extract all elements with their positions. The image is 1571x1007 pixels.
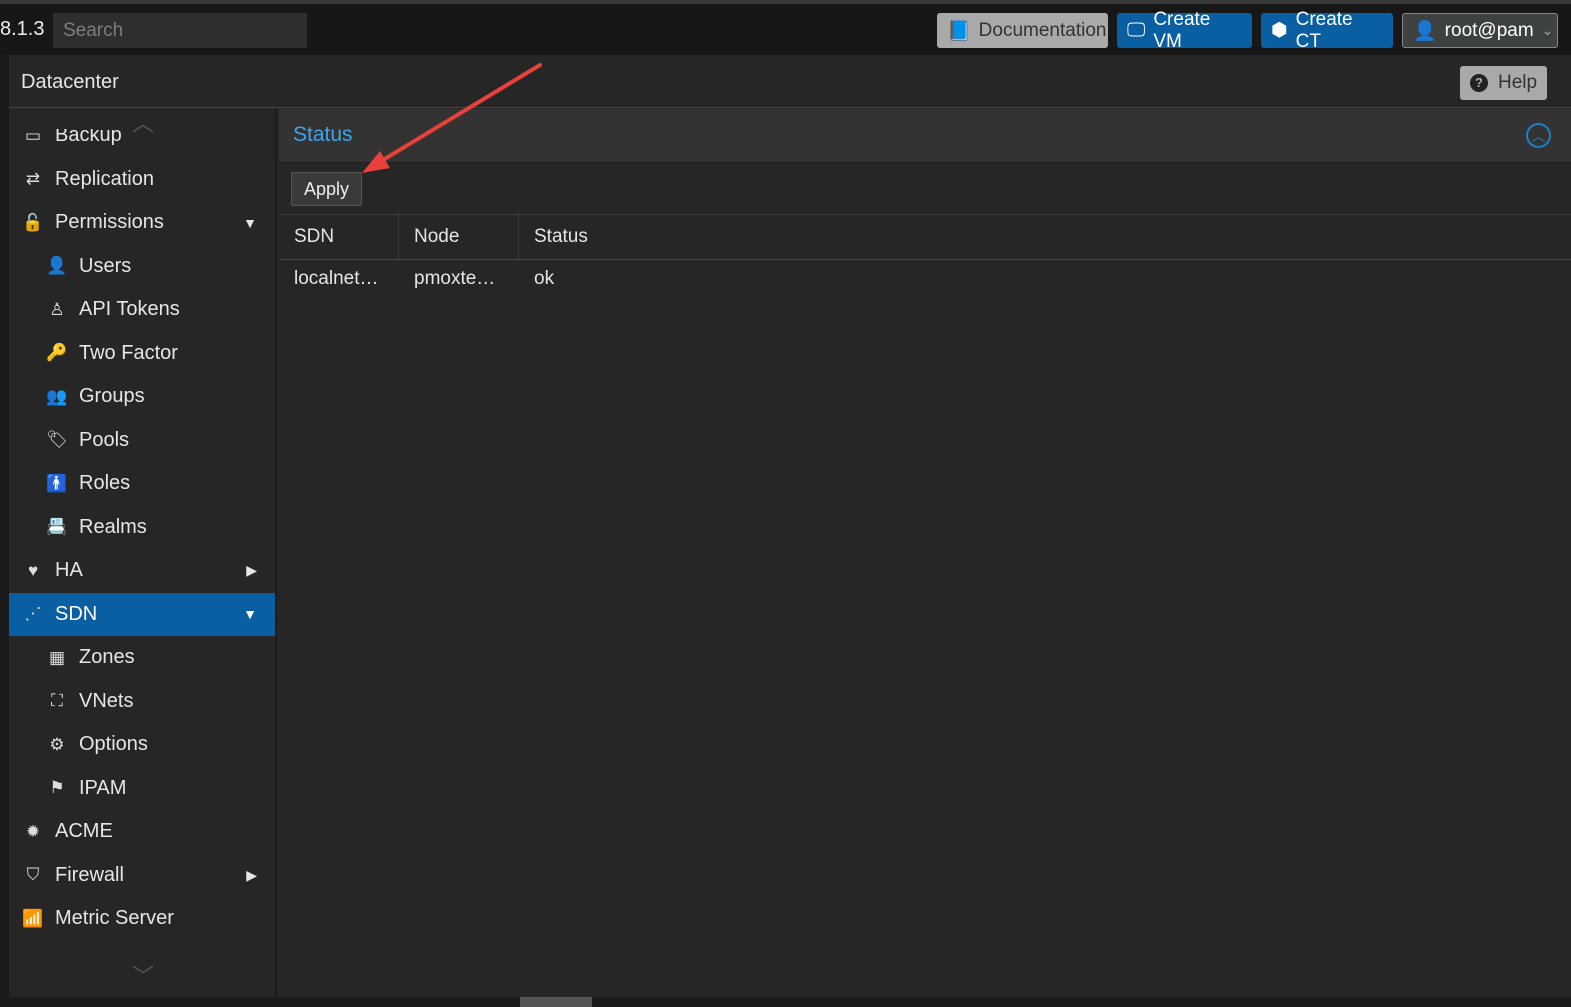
gear-icon: ⚙ bbox=[49, 734, 65, 754]
signpost-icon: ⚑ bbox=[49, 778, 65, 798]
question-circle-icon: ? bbox=[1470, 74, 1488, 92]
collapse-panel-button[interactable]: ︿ bbox=[1526, 123, 1551, 148]
user-icon: 👤 bbox=[46, 256, 68, 276]
user-icon: 👤 bbox=[1413, 20, 1437, 42]
sidebar-item-label: Permissions bbox=[55, 211, 164, 234]
retweet-icon: ⇄ bbox=[25, 169, 41, 189]
sidebar-item-label: Zones bbox=[79, 646, 135, 669]
sidebar-item-label: SDN bbox=[55, 602, 98, 625]
create-ct-label: Create CT bbox=[1295, 8, 1353, 52]
apply-button[interactable]: Apply bbox=[291, 172, 362, 206]
book-icon: 📘 bbox=[947, 20, 971, 42]
sidebar-item-label: HA bbox=[55, 559, 83, 582]
heartbeat-icon: ♥ bbox=[27, 560, 39, 580]
page-title: Datacenter bbox=[21, 71, 119, 93]
caret-right-icon[interactable]: ▶ bbox=[246, 867, 257, 884]
sidebar-item-realms[interactable]: 📇 Realms bbox=[9, 506, 275, 550]
key-icon: 🔑 bbox=[46, 343, 68, 363]
chevron-up-icon: ︿ bbox=[1531, 128, 1546, 144]
bar-chart-icon: 📶 bbox=[22, 908, 44, 928]
sidebar-item-options[interactable]: ⚙ Options bbox=[9, 723, 275, 767]
sdn-icon: ⋰ bbox=[24, 604, 42, 624]
sidebar-item-label: Users bbox=[79, 254, 132, 277]
chevron-down-icon: ⌄ bbox=[1541, 22, 1554, 38]
documentation-label: Documentation bbox=[978, 19, 1107, 41]
grid-header: SDN Node Status bbox=[279, 215, 1571, 260]
address-book-icon: 📇 bbox=[46, 517, 68, 537]
sidebar-item-users[interactable]: 👤 Users bbox=[9, 245, 275, 289]
sidebar-item-metric-server[interactable]: 📶 Metric Server bbox=[9, 897, 275, 941]
sidebar-item-pools[interactable]: 🏷 Pools bbox=[9, 419, 275, 463]
column-header-node[interactable]: Node bbox=[399, 215, 519, 259]
tags-icon: 🏷 bbox=[46, 430, 68, 450]
sidebar-item-sdn[interactable]: ⋰ SDN ▼ bbox=[9, 592, 275, 636]
certificate-icon: ✹ bbox=[25, 821, 41, 841]
shield-icon: ⛉ bbox=[26, 865, 40, 885]
user-outline-icon: ♙ bbox=[49, 299, 65, 319]
sidebar-item-label: Realms bbox=[79, 515, 147, 538]
sidebar-item-zones[interactable]: ▦ Zones bbox=[9, 636, 275, 680]
create-ct-button[interactable]: ⬢ Create CT bbox=[1261, 9, 1393, 52]
sidebar-item-ha[interactable]: ♥ HA ▶ bbox=[9, 549, 275, 593]
table-row[interactable]: localnet… pmoxte… ok bbox=[279, 260, 1571, 298]
sidebar-item-label: Two Factor bbox=[79, 341, 178, 364]
create-vm-label: Create VM bbox=[1153, 8, 1211, 52]
cell-sdn: localnet… bbox=[294, 268, 379, 289]
th-icon: ▦ bbox=[48, 647, 66, 667]
sidebar-item-label: Pools bbox=[79, 428, 130, 451]
documentation-button[interactable]: 📘 Documentation bbox=[937, 13, 1108, 48]
cell-status: ok bbox=[534, 268, 555, 289]
sidebar-item-firewall[interactable]: ⛉ Firewall ▶ bbox=[9, 854, 275, 898]
help-button[interactable]: ? Help bbox=[1460, 66, 1547, 100]
chevron-up-icon: ︿ bbox=[131, 111, 154, 136]
sidebar-item-label: Groups bbox=[79, 385, 145, 408]
sidebar-item-label: Firewall bbox=[55, 863, 124, 886]
cell-node: pmoxte… bbox=[414, 268, 496, 289]
panel-header: Status ︿ bbox=[279, 109, 1571, 163]
resize-handle[interactable] bbox=[520, 997, 592, 1007]
user-label: root@pam bbox=[1444, 19, 1534, 41]
column-header-sdn[interactable]: SDN bbox=[279, 215, 399, 259]
desktop-icon: 🖵 bbox=[1127, 19, 1146, 41]
sidebar-item-label: Replication bbox=[55, 167, 154, 190]
caret-right-icon[interactable]: ▶ bbox=[246, 562, 257, 579]
sidebar-item-groups[interactable]: 👥 Groups bbox=[9, 375, 275, 419]
sidebar-item-api-tokens[interactable]: ♙ API Tokens bbox=[9, 288, 275, 332]
sidebar-item-permissions[interactable]: 🔓 Permissions ▼ bbox=[9, 201, 275, 245]
sdn-status-panel: Status ︿ Apply SDN Node Status localnet…… bbox=[279, 109, 1571, 997]
sidebar-nav: ▭ Backup ⇄ Replication 🔓 Permissions ▼ 👤 Users ♙ A… bbox=[9, 109, 277, 997]
male-icon: 🚹 bbox=[46, 473, 68, 493]
scroll-down-button[interactable]: ﹀ bbox=[9, 949, 275, 997]
sidebar-item-label: Roles bbox=[79, 472, 131, 495]
search-input[interactable] bbox=[53, 13, 307, 48]
column-header-status[interactable]: Status bbox=[519, 215, 1571, 259]
sidebar-item-replication[interactable]: ⇄ Replication bbox=[9, 158, 275, 202]
scroll-up-button[interactable]: ︿ bbox=[9, 109, 275, 136]
panel-title: Status bbox=[293, 123, 353, 146]
caret-down-icon[interactable]: ▼ bbox=[243, 215, 257, 231]
sidebar-item-roles[interactable]: 🚹 Roles bbox=[9, 462, 275, 506]
unlock-icon: 🔓 bbox=[22, 212, 44, 232]
sidebar-item-label: API Tokens bbox=[79, 298, 180, 321]
sidebar-item-label: Metric Server bbox=[55, 907, 174, 930]
create-vm-button[interactable]: 🖵 Create VM bbox=[1117, 9, 1252, 52]
sidebar-item-label: ACME bbox=[55, 820, 113, 843]
cube-icon: ⬢ bbox=[1271, 20, 1288, 41]
caret-down-icon[interactable]: ▼ bbox=[243, 606, 257, 622]
sidebar-item-ipam[interactable]: ⚑ IPAM bbox=[9, 767, 275, 811]
sidebar-item-label: VNets bbox=[79, 689, 134, 712]
sitemap-icon: ⛶ bbox=[51, 691, 63, 711]
users-icon: 👥 bbox=[46, 386, 68, 406]
sidebar-item-two-factor[interactable]: 🔑 Two Factor bbox=[9, 332, 275, 376]
version-label: 8.1.3 bbox=[0, 18, 45, 40]
sidebar-item-vnets[interactable]: ⛶ VNets bbox=[9, 680, 275, 724]
sidebar-item-label: IPAM bbox=[79, 776, 127, 799]
sidebar-item-acme[interactable]: ✹ ACME bbox=[9, 810, 275, 854]
chevron-down-icon: ﹀ bbox=[131, 964, 154, 989]
panel-toolbar: Apply bbox=[279, 163, 1571, 215]
datacenter-header: Datacenter bbox=[9, 55, 1571, 108]
user-menu-button[interactable]: 👤 root@pam ⌄ bbox=[1402, 13, 1558, 48]
help-label: Help bbox=[1498, 72, 1538, 93]
sidebar-item-label: Options bbox=[79, 733, 148, 756]
